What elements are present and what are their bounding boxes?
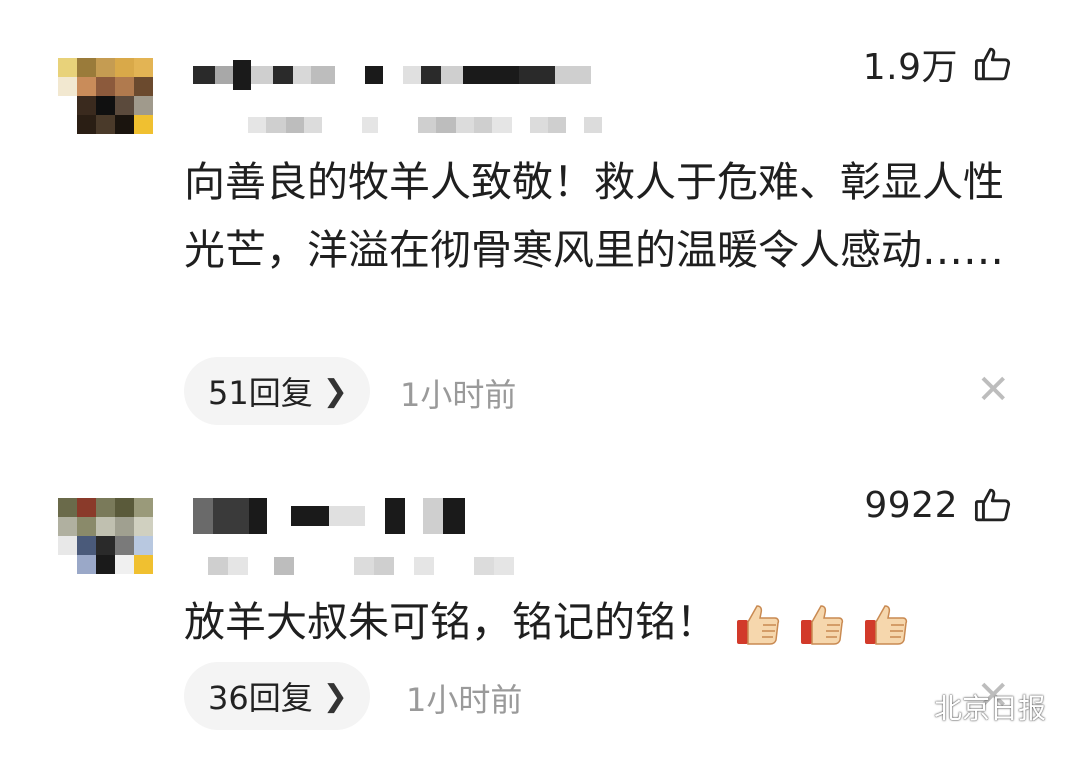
like-control[interactable]: 1.9万 — [863, 38, 1014, 90]
comment-time: 1小时前 — [400, 376, 517, 414]
chevron-right-icon: ❯ — [322, 373, 348, 409]
like-control[interactable]: 9922 — [864, 484, 1014, 526]
wechat-icon — [886, 692, 926, 721]
avatar[interactable] — [58, 58, 153, 134]
comment-text: 放羊大叔朱可铭，铭记的铭！ — [184, 598, 717, 646]
chevron-right-icon: ❯ — [322, 678, 348, 714]
replies-label: 36回复 — [208, 679, 313, 717]
comment-text-line: 放羊大叔朱可铭，铭记的铭！ — [184, 588, 1044, 656]
comment-time: 1小时前 — [406, 681, 523, 719]
replies-label: 51回复 — [208, 374, 313, 412]
thumbs-up-outline-icon[interactable] — [972, 484, 1014, 526]
comment-text: 向善良的牧羊人致敬！救人于危难、彰显人性光芒，洋溢在彻骨寒风里的温暖令人感动…… — [184, 158, 1004, 274]
username-redacted[interactable] — [193, 60, 591, 90]
thumbs-up-emoji-icon — [801, 605, 844, 645]
thumbs-up-emoji-icon — [865, 605, 908, 645]
watermark-text: 北京日报 — [933, 692, 1046, 725]
like-count: 1.9万 — [862, 47, 958, 88]
avatar[interactable] — [58, 498, 153, 574]
thumbs-up-emoji-icon — [737, 605, 780, 645]
username-redacted[interactable] — [193, 498, 465, 534]
thumbs-up-outline-icon[interactable] — [972, 43, 1014, 85]
watermark: 北京日报 — [886, 687, 1046, 727]
close-icon[interactable]: ✕ — [976, 370, 1010, 410]
like-count: 9922 — [864, 484, 958, 526]
emoji-group — [733, 600, 911, 650]
user-subtitle-redacted — [248, 117, 602, 133]
user-subtitle-redacted — [208, 557, 514, 575]
replies-button[interactable]: 51回复 ❯ — [184, 357, 370, 425]
replies-button[interactable]: 36回复 ❯ — [184, 662, 370, 730]
